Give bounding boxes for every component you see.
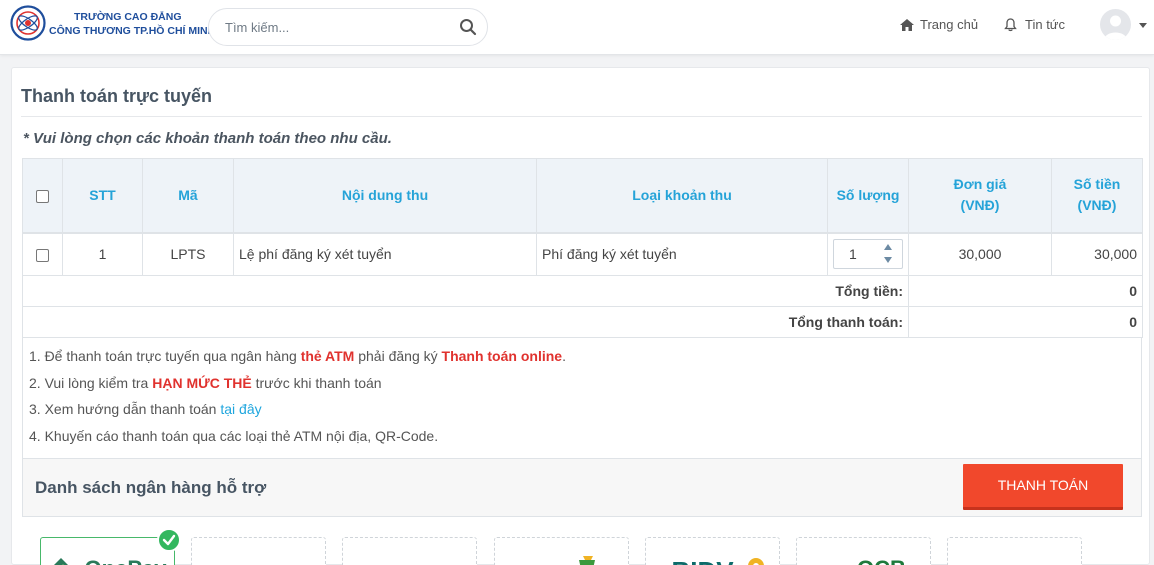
search-placeholder: Tìm kiếm...: [225, 20, 290, 35]
payment-card: Thanh toán trực tuyến * Vui lòng chọn cá…: [11, 67, 1150, 565]
bank-option-bidv[interactable]: BIDV: [645, 537, 780, 565]
page-title: Thanh toán trực tuyến: [21, 86, 213, 106]
grand-total-value: 0: [908, 306, 1143, 338]
guide-link[interactable]: tại đây: [220, 401, 261, 417]
bank-option-ocb[interactable]: OCB: [796, 537, 931, 565]
grand-total-label: Tổng thanh toán:: [22, 306, 909, 338]
row-select-cell: [22, 232, 63, 276]
quantity-value: 1: [849, 246, 857, 263]
bank-list-title: Danh sách ngân hàng hỗ trợ: [35, 478, 267, 497]
select-all-cell: [22, 158, 63, 234]
cell-so-luong: 1: [827, 232, 909, 276]
table-row: 1 LPTS Lệ phí đăng ký xét tuyển Phí đăng…: [22, 232, 1143, 276]
instruction-1-end: .: [562, 348, 566, 364]
online-payment-highlight: Thanh toán online: [441, 348, 563, 364]
select-all-checkbox[interactable]: [36, 189, 49, 203]
col-header-noi-dung: Nội dung thu: [233, 158, 537, 234]
ocb-label: OCB: [815, 556, 930, 565]
bell-icon: [1004, 17, 1017, 31]
bank-option-3[interactable]: [342, 537, 477, 565]
card-limit-highlight: HẠN MỨC THẺ: [152, 374, 252, 391]
cell-ma: LPTS: [142, 232, 234, 276]
increment-arrow-icon[interactable]: [884, 244, 892, 251]
atm-card-highlight: thẻ ATM: [300, 348, 355, 364]
school-name-line2: CÔNG THƯƠNG TP.HỒ CHÍ MINH: [49, 25, 216, 37]
instruction-2-end: trước khi thanh toán: [251, 374, 382, 391]
user-menu-caret-icon[interactable]: [1139, 23, 1147, 28]
school-name-line1: TRƯỜNG CAO ĐẲNG: [74, 11, 182, 23]
instruction-1-mid: phải đăng ký: [354, 348, 442, 364]
nav-home-link[interactable]: Trang chủ: [900, 17, 978, 32]
col-header-ma: Mã: [142, 158, 234, 234]
bank-3-logo-icon: [343, 538, 477, 565]
bidv-logo-icon: [748, 558, 764, 565]
instruction-3-text: 3. Xem hướng dẫn thanh toán: [29, 401, 221, 417]
instruction-3: 3. Xem hướng dẫn thanh toán tại đây: [29, 396, 1141, 423]
don-gia-unit: (VNĐ): [960, 197, 1000, 214]
total-label: Tổng tiền:: [22, 275, 909, 307]
bank-option-7[interactable]: [947, 537, 1082, 565]
decrement-arrow-icon[interactable]: [884, 257, 892, 264]
search-input[interactable]: Tìm kiếm...: [208, 8, 488, 46]
bank-option-2[interactable]: [191, 537, 326, 565]
cell-so-tien: 30,000: [1051, 232, 1143, 276]
home-icon: [900, 18, 914, 31]
bank-4-logo-icon: [579, 556, 595, 565]
nav-news-label: Tin tức: [1025, 17, 1066, 32]
instruction-4: 4. Khuyến cáo thanh toán qua các loại th…: [29, 427, 439, 444]
search-icon[interactable]: [459, 18, 477, 36]
selected-check-icon: [157, 528, 181, 552]
col-header-loai: Loại khoản thu: [536, 158, 828, 234]
col-header-stt: STT: [62, 158, 143, 234]
table-header-row: STT Mã Nội dung thu Loại khoản thu Số lư…: [22, 158, 1143, 234]
user-avatar[interactable]: [1100, 9, 1131, 40]
payment-table: STT Mã Nội dung thu Loại khoản thu Số lư…: [22, 158, 1143, 338]
bank-option-onepay[interactable]: OnePay: [40, 537, 175, 565]
col-header-don-gia: Đơn giá (VNĐ): [908, 158, 1052, 234]
bank-option-4[interactable]: [494, 537, 629, 565]
total-row: Tổng tiền: 0: [22, 275, 1143, 307]
cell-don-gia: 30,000: [908, 232, 1052, 276]
top-header: TRƯỜNG CAO ĐẲNG CÔNG THƯƠNG TP.HỒ CHÍ MI…: [0, 0, 1154, 55]
school-logo-icon[interactable]: [10, 5, 46, 41]
col-header-so-tien: Số tiền (VNĐ): [1051, 158, 1143, 234]
quantity-stepper[interactable]: 1: [833, 239, 903, 270]
instruction-1: 1. Để thanh toán trực tuyến qua ngân hàn…: [29, 343, 1141, 370]
grand-total-row: Tổng thanh toán: 0: [22, 306, 1143, 338]
instruction-1-text: 1. Để thanh toán trực tuyến qua ngân hàn…: [29, 348, 301, 364]
instruction-2-text: 2. Vui lòng kiểm tra: [29, 374, 153, 391]
cell-noi-dung: Lệ phí đăng ký xét tuyển: [233, 232, 537, 276]
payment-note: * Vui lòng chọn các khoản thanh toán the…: [23, 130, 392, 147]
payment-instructions: 1. Để thanh toán trực tuyến qua ngân hàn…: [22, 337, 1142, 459]
user-icon: [1104, 15, 1127, 40]
so-tien-unit: (VNĐ): [1077, 197, 1117, 214]
bank-list-header: Danh sách ngân hàng hỗ trợ THANH TOÁN: [22, 459, 1142, 517]
so-tien-label: Số tiền: [1073, 176, 1121, 193]
title-divider: [21, 116, 1142, 117]
nav-home-label: Trang chủ: [920, 17, 979, 32]
row-checkbox[interactable]: [36, 249, 49, 263]
onepay-label: OnePay: [59, 556, 174, 565]
cell-loai: Phí đăng ký xét tuyển: [536, 232, 828, 276]
pay-button[interactable]: THANH TOÁN: [963, 464, 1123, 510]
total-value: 0: [908, 275, 1143, 307]
don-gia-label: Đơn giá: [953, 176, 1007, 193]
col-header-so-luong: Số lượng: [827, 158, 909, 234]
school-name[interactable]: TRƯỜNG CAO ĐẲNG CÔNG THƯƠNG TP.HỒ CHÍ MI…: [49, 10, 215, 38]
instruction-2: 2. Vui lòng kiểm tra HẠN MỨC THẺ trước k…: [29, 370, 1141, 397]
cell-stt: 1: [62, 232, 143, 276]
nav-news-link[interactable]: Tin tức: [1004, 17, 1065, 32]
